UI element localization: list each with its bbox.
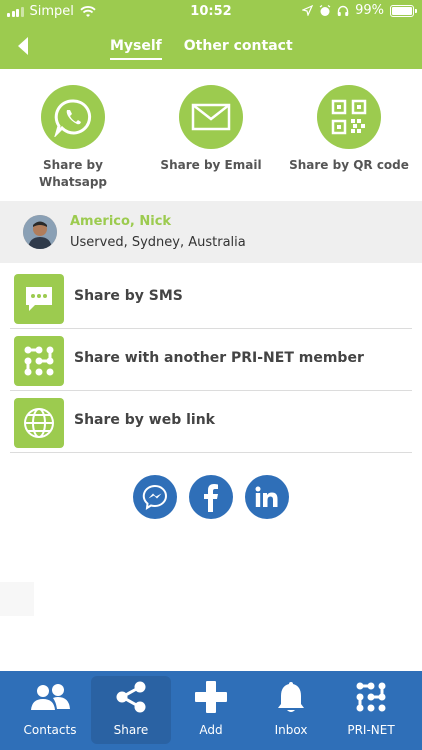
share-qr-button[interactable]: Share by QR code <box>279 85 419 174</box>
nav-label: PRI-NET <box>347 723 395 737</box>
qr-code-icon <box>331 99 367 135</box>
share-email-button[interactable]: Share by Email <box>141 85 281 174</box>
share-email-label: Share by Email <box>160 158 262 172</box>
nav-pri-net[interactable]: PRI-NET <box>331 676 411 744</box>
pri-net-icon <box>24 346 54 376</box>
sms-icon <box>26 287 52 311</box>
alarm-icon <box>319 4 331 16</box>
facebook-icon <box>204 484 218 512</box>
nav-inbox[interactable]: Inbox <box>251 676 331 744</box>
nav-share[interactable]: Share <box>91 676 171 744</box>
app-header: Simpel 10:52 99% Myself Other contact <box>0 0 422 69</box>
blank-tile <box>0 582 34 616</box>
bell-icon <box>278 682 304 712</box>
share-icon <box>116 681 146 713</box>
list-item-share-sms[interactable]: Share by SMS <box>10 267 412 329</box>
share-qr-label: Share by QR code <box>289 158 409 172</box>
avatar <box>23 215 57 249</box>
share-options: Share by Whatsapp Share by Email Share b… <box>0 69 422 201</box>
list-item-share-web-link[interactable]: Share by web link <box>10 391 412 453</box>
nav-label: Inbox <box>274 723 308 737</box>
whatsapp-icon <box>54 99 92 137</box>
list-item-share-pri-net[interactable]: Share with another PRI-NET member <box>10 329 412 391</box>
contacts-icon <box>31 684 70 710</box>
linkedin-icon <box>255 486 278 507</box>
profile-name: Americo, Nick <box>70 214 172 229</box>
profile-card: Americo, Nick Userved, Sydney, Australia <box>0 201 422 263</box>
share-whatsapp-label-line1: Share by <box>43 158 103 172</box>
nav-label: Add <box>199 723 223 737</box>
list-item-label: Share by web link <box>74 412 215 428</box>
list-item-label: Share with another PRI-NET member <box>74 350 364 366</box>
profile-location: Userved, Sydney, Australia <box>70 235 246 250</box>
status-bar: Simpel 10:52 99% <box>0 0 422 24</box>
headphones-icon <box>337 5 349 16</box>
battery-icon <box>390 4 417 17</box>
linkedin-button[interactable] <box>245 475 289 519</box>
contact-tabs: Myself Other contact <box>110 34 293 60</box>
share-whatsapp-button[interactable]: Share by Whatsapp <box>3 85 143 191</box>
pri-net-icon <box>356 682 386 712</box>
location-arrow-icon <box>302 5 314 16</box>
nav-label: Contacts <box>23 723 77 737</box>
email-icon <box>191 103 231 131</box>
bottom-navigation: Contacts Share Add Inbox PRI-NET <box>0 671 422 750</box>
facebook-button[interactable] <box>189 475 233 519</box>
nav-contacts[interactable]: Contacts <box>10 676 90 744</box>
share-whatsapp-label-line2: Whatsapp <box>38 175 108 189</box>
messenger-button[interactable] <box>133 475 177 519</box>
battery-percent: 99% <box>355 3 384 18</box>
tab-myself[interactable]: Myself <box>110 34 162 60</box>
list-item-label: Share by SMS <box>74 288 183 304</box>
nav-add[interactable]: Add <box>171 676 251 744</box>
back-arrow-icon <box>18 37 28 55</box>
messenger-icon <box>142 484 167 510</box>
tab-other-contact[interactable]: Other contact <box>184 34 293 60</box>
nav-label: Share <box>113 723 149 737</box>
back-button[interactable] <box>12 34 34 58</box>
add-icon <box>195 681 227 713</box>
globe-icon <box>24 408 54 438</box>
